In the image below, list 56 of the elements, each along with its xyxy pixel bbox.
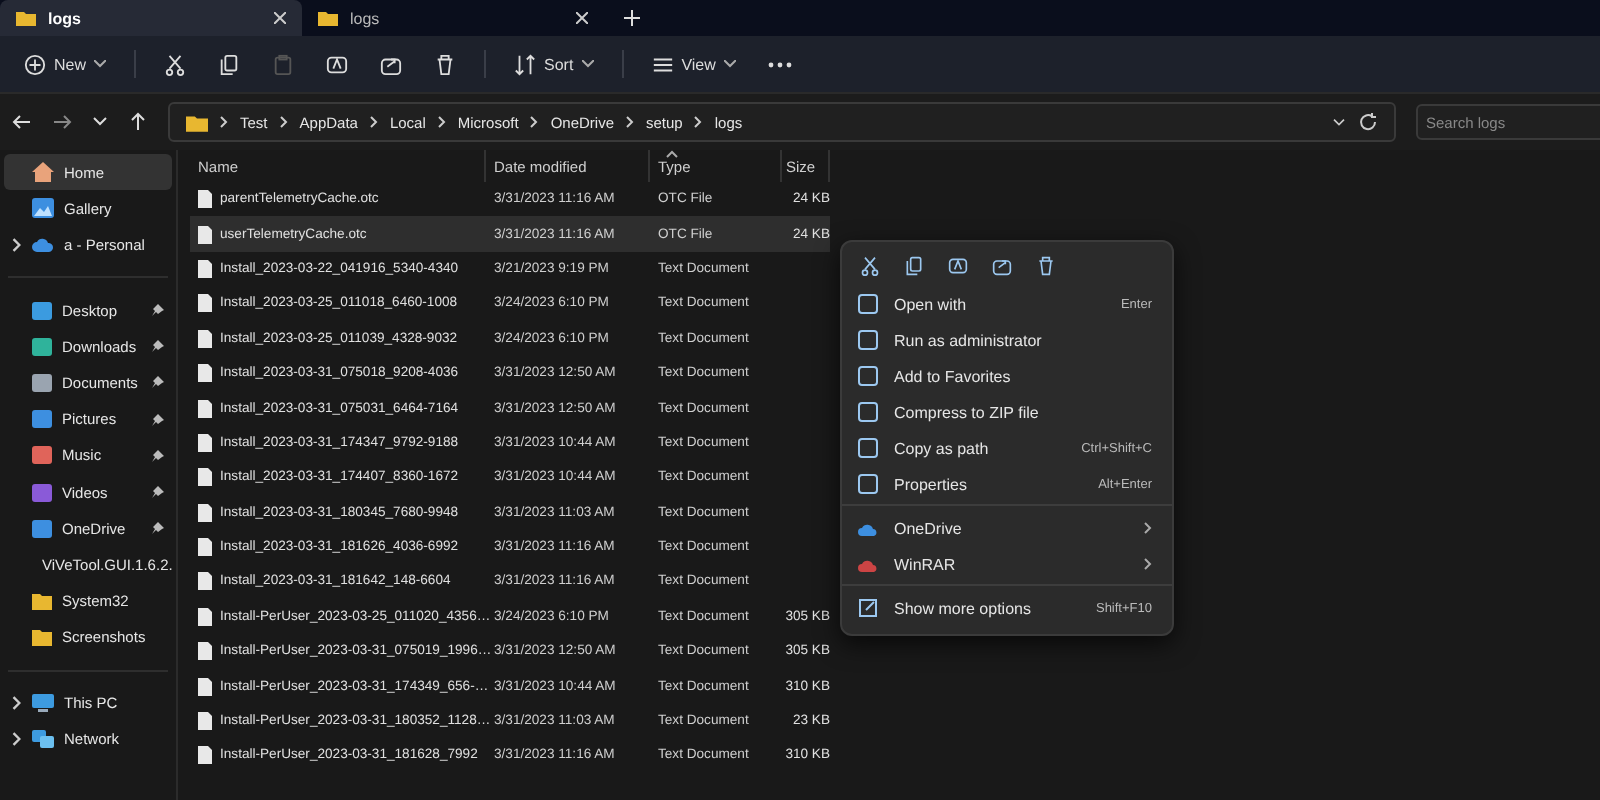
menu-item[interactable]: Run as administrator [842,322,1172,358]
pin-icon[interactable] [152,413,164,426]
chevron-icon [626,116,634,128]
expand-chevron-icon[interactable] [12,733,21,747]
copy-icon [218,53,241,75]
plus-circle-icon [24,53,46,75]
sort-icon [514,53,537,75]
toolbar-button[interactable]: View [639,45,748,83]
caret-icon [94,60,107,68]
close-icon[interactable] [274,12,286,24]
chevron-icon [694,116,703,128]
back-icon[interactable] [12,112,32,132]
network-icon [32,730,54,749]
caret-icon [723,60,736,68]
tab[interactable]: logs [0,0,302,36]
folder-icon [16,10,36,26]
chevron-icon [369,116,378,128]
sort-caret-icon [666,150,678,158]
view-icon [651,53,674,75]
toolbar-button[interactable]: New [12,45,119,83]
expand-chevron-icon[interactable] [12,237,21,251]
up-icon[interactable] [128,112,148,132]
pin-icon[interactable] [152,449,164,462]
chevron-icon [220,116,228,128]
history-caret-icon[interactable] [92,116,108,128]
menu-item[interactable]: OneDrive [842,510,1172,546]
home-icon [32,162,54,182]
folder-icon [318,10,338,26]
pin-icon[interactable] [152,340,164,353]
forward-icon[interactable] [52,112,72,132]
pin-icon[interactable] [152,376,164,389]
cut-icon[interactable] [860,256,880,276]
dropdown-caret-icon[interactable] [1332,117,1346,127]
expand-chevron-icon[interactable] [12,697,21,711]
caret-icon [581,60,594,68]
more-icon [767,61,792,67]
chevron-icon [279,116,288,128]
close-icon[interactable] [576,12,588,24]
submenu-chevron-icon [1144,522,1152,534]
submenu-chevron-icon [1144,558,1152,570]
new-tab-icon[interactable] [624,10,640,26]
pin-icon[interactable] [152,486,164,499]
menu-item[interactable]: WinRAR [842,546,1172,582]
refresh-icon[interactable] [1358,112,1378,132]
copy-icon[interactable] [904,256,924,276]
monitor-icon [32,694,54,713]
menu-item[interactable]: Compress to ZIP file [842,394,1172,430]
chevron-icon [437,116,446,128]
delete-icon [434,53,457,75]
cut-icon [164,53,187,75]
menu-item[interactable]: Add to Favorites [842,358,1172,394]
toolbar-button[interactable]: Sort [502,45,606,83]
chevron-icon [530,116,539,128]
pin-icon[interactable] [152,522,164,535]
pin-icon[interactable] [152,304,164,317]
folder-icon [186,113,208,131]
